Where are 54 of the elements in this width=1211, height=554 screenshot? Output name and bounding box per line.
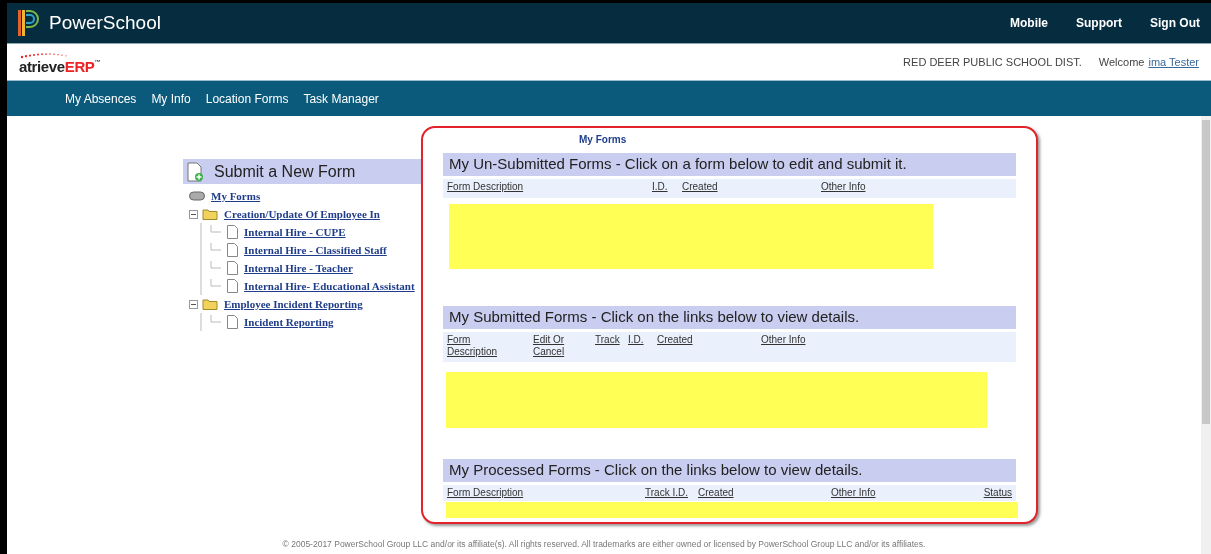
section-header: My Processed Forms - Click on the links below to view details. [443,459,1016,482]
district-name: RED DEER PUBLIC SCHOOL DIST. [903,54,1082,70]
tree-link[interactable]: Internal Hire - Classified Staff [244,241,387,259]
column-header[interactable]: Form Description [447,487,645,499]
nav-link[interactable]: My Absences [65,89,137,108]
column-header[interactable]: Edit Or Cancel [533,334,589,358]
column-header[interactable]: Track [595,334,628,346]
nav-link[interactable]: Task Manager [303,89,379,108]
column-header[interactable]: I.D. [652,181,682,193]
column-header[interactable]: Track I.D. [645,487,698,499]
document-icon [227,279,238,293]
column-header[interactable]: Other Info [821,181,1012,193]
section-header: My Un-Submitted Forms - Click on a form below to edit and submit it. [443,153,1016,176]
powerschool-logo-icon [17,8,39,38]
panel-title: My Forms [579,133,628,147]
top-link[interactable]: Sign Out [1150,14,1200,32]
drive-icon [189,191,205,201]
folder-icon [202,298,218,310]
column-header[interactable]: Other Info [761,334,1012,346]
welcome-text: Welcome [1098,54,1145,70]
sidebar-title: Submit a New Form [214,161,356,182]
tree-link[interactable]: Internal Hire- Educational Assistant [244,277,415,295]
collapse-toggle[interactable] [189,209,198,219]
new-form-icon [187,161,204,182]
column-header[interactable]: Created [657,334,761,346]
nav-link[interactable]: My Info [151,89,191,108]
tree-link[interactable]: Internal Hire - CUPE [244,223,346,241]
document-icon [227,225,238,239]
tree-link[interactable]: Internal Hire - Teacher [244,259,353,277]
column-header[interactable]: Form Description [447,334,503,358]
column-header[interactable]: I.D. [628,334,657,346]
tree-link[interactable]: Incident Reporting [244,313,334,331]
brand-name: PowerSchool [49,10,161,35]
top-link[interactable]: Mobile [1010,14,1048,32]
column-header[interactable]: Created [698,487,831,499]
minus-icon [191,211,196,217]
user-link[interactable]: ima Tester [1148,53,1199,71]
column-header[interactable]: Created [682,181,821,193]
section-header: My Submitted Forms - Click on the links below to view details. [443,306,1016,329]
copyright-text: © 2005-2017 PowerSchool Group LLC and/or its affiliate(s). All rights reserved. All trademarks are either owned or licensed by PowerSchool Group LLC and/or its affiliates. [281,538,927,551]
tree-link[interactable]: Creation/Update Of Employee In [224,205,380,223]
nav-link[interactable]: Location Forms [205,89,289,108]
tree-link[interactable]: Employee Incident Reporting [224,295,363,313]
document-icon [227,261,238,275]
collapse-toggle[interactable] [189,299,198,309]
column-header[interactable]: Status [983,487,1012,499]
folder-icon [202,208,218,220]
document-icon [227,315,238,329]
top-link[interactable]: Support [1076,14,1122,32]
column-header[interactable]: Other Info [831,487,984,499]
minus-icon [191,301,196,307]
column-header[interactable]: Form Description [447,181,652,193]
document-icon [227,243,238,257]
tree-link[interactable]: My Forms [211,187,261,205]
